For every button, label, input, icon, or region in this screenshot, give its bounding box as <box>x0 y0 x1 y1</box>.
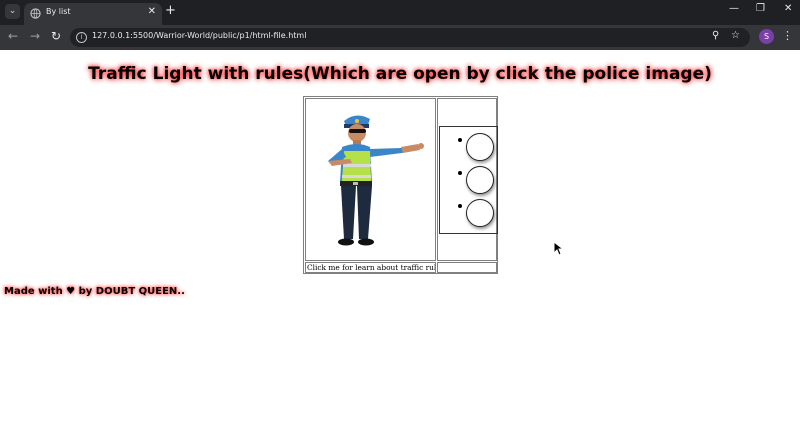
police-officer-image[interactable] <box>306 99 435 260</box>
yellow-light[interactable] <box>466 166 494 194</box>
globe-icon <box>30 8 41 19</box>
back-arrow-icon[interactable]: ← <box>8 29 18 43</box>
police-image-cell[interactable] <box>305 98 436 261</box>
bullet-icon <box>458 204 462 208</box>
site-info-icon[interactable]: i <box>76 32 87 43</box>
star-icon[interactable]: ☆ <box>731 30 740 41</box>
page-title: Traffic Light with rules(Which are open … <box>88 64 712 84</box>
tab-close-icon[interactable]: ✕ <box>148 6 156 17</box>
green-light[interactable] <box>466 199 494 227</box>
window-close-icon[interactable]: ✕ <box>784 3 792 14</box>
mouse-cursor-icon <box>553 241 563 256</box>
zoom-icon[interactable]: ⚲ <box>712 30 719 41</box>
tab-title: By list <box>46 7 71 16</box>
minimize-icon[interactable]: — <box>729 3 739 14</box>
bullet-icon <box>458 171 462 175</box>
traffic-light-table: Click me for learn about traffic rules:) <box>303 96 498 274</box>
reload-icon[interactable]: ↻ <box>51 29 61 43</box>
traffic-lights-cell <box>437 98 498 261</box>
traffic-light-list <box>439 126 498 234</box>
browser-tab[interactable]: By list ✕ <box>24 3 162 25</box>
list-item <box>440 195 498 227</box>
browser-toolbar: ← → ↻ i 127.0.0.1:5500/Warrior-World/pub… <box>0 25 800 50</box>
empty-cell <box>437 262 497 273</box>
list-item <box>440 162 498 194</box>
restore-icon[interactable]: ❐ <box>756 3 765 14</box>
forward-arrow-icon[interactable]: → <box>30 29 40 43</box>
list-item <box>440 129 498 161</box>
tab-search-chevron-icon[interactable]: ⌄ <box>5 4 20 19</box>
bullet-icon <box>458 138 462 142</box>
footer-credit: Made with ♥ by DOUBT QUEEN.. <box>4 286 185 297</box>
browser-tab-strip: ⌄ By list ✕ + — ❐ ✕ <box>0 0 800 25</box>
address-bar[interactable]: i 127.0.0.1:5500/Warrior-World/public/p1… <box>70 28 750 47</box>
kebab-menu-icon[interactable]: ⋮ <box>782 29 793 42</box>
new-tab-button[interactable]: + <box>165 3 176 18</box>
police-caption[interactable]: Click me for learn about traffic rules:) <box>305 262 436 273</box>
profile-avatar[interactable]: S <box>759 29 774 44</box>
url-text[interactable]: 127.0.0.1:5500/Warrior-World/public/p1/h… <box>92 31 306 40</box>
red-light[interactable] <box>466 133 494 161</box>
